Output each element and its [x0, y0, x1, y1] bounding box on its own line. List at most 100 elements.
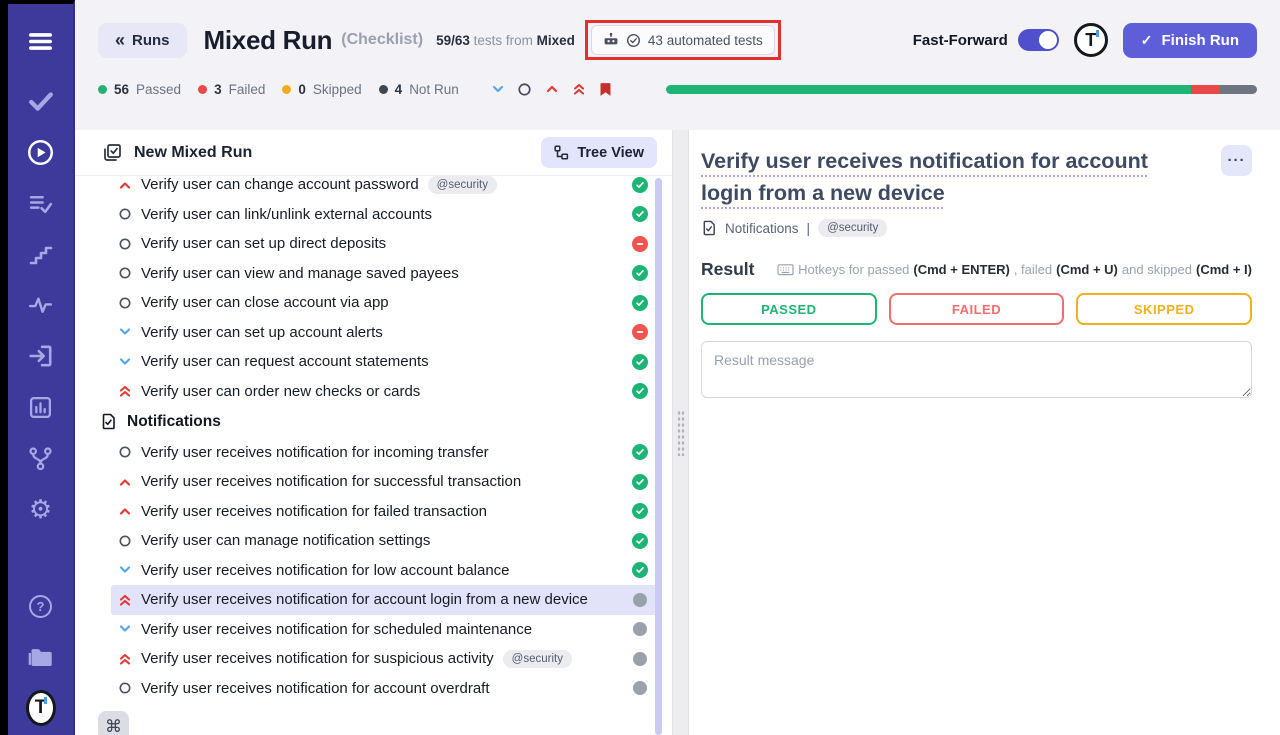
test-row-label: Verify user can close account via app [141, 294, 389, 311]
status-controls [490, 81, 614, 97]
sidebar: ⚙ ? T [8, 0, 75, 735]
tasks-check-icon[interactable] [26, 86, 56, 116]
test-row-label: Verify user receives notification for fa… [141, 503, 487, 520]
row-marker-icon [118, 622, 132, 636]
hotkey-skipped: (Cmd + I) [1196, 262, 1252, 277]
suite-section-row[interactable]: Notifications [100, 406, 672, 438]
back-to-runs-label: Runs [132, 32, 170, 49]
chevron-up-icon[interactable] [544, 81, 560, 97]
bookmark-icon[interactable] [598, 81, 614, 97]
test-row[interactable]: Verify user receives notification for sc… [111, 615, 657, 645]
failed-dot-icon [198, 85, 207, 94]
branch-icon[interactable] [26, 443, 56, 473]
finish-run-label: Finish Run [1162, 32, 1240, 49]
test-status-icon [632, 444, 648, 460]
status-row: 56 Passed 3 Failed 0 Skipped 4 Not Run [98, 77, 1257, 101]
row-marker-icon [118, 534, 132, 548]
test-row-tag: @security [428, 176, 497, 194]
row-marker-icon [118, 681, 132, 695]
test-row[interactable]: Verify user can close account via app [111, 288, 657, 318]
run-panel-header: New Mixed Run Tree View [75, 130, 672, 176]
analytics-icon[interactable] [26, 392, 56, 422]
progress-seg-failed [1191, 85, 1219, 94]
signin-icon[interactable] [26, 341, 56, 371]
run-play-icon[interactable] [26, 137, 56, 167]
resizer-grip-icon [677, 410, 685, 456]
legend-item: 4 Not Run [379, 82, 459, 97]
test-checklist-icon[interactable] [26, 188, 56, 218]
more-options-button[interactable]: ··· [1221, 145, 1252, 176]
tests-info: 59/63 tests from Mixed [436, 33, 575, 48]
window-edge [0, 0, 8, 735]
passed-dot-icon [98, 85, 107, 94]
test-status-icon [632, 503, 648, 519]
activity-icon[interactable] [26, 290, 56, 320]
test-row-label: Verify user receives notification for su… [141, 473, 521, 490]
fast-forward-toggle[interactable] [1018, 29, 1059, 51]
test-row[interactable]: Verify user receives notification for ac… [111, 585, 657, 615]
test-row-label: Verify user can change account password [141, 176, 419, 193]
test-row[interactable]: Verify user receives notification for fa… [111, 497, 657, 527]
tests-source-name: Mixed [537, 33, 575, 48]
back-to-runs-button[interactable]: « Runs [98, 23, 187, 58]
test-row[interactable]: Verify user can link/unlink external acc… [111, 200, 657, 230]
test-row[interactable]: Verify user receives notification for ac… [111, 674, 657, 704]
test-status-icon [632, 383, 648, 399]
hotkeys-text: and skipped [1122, 262, 1192, 277]
verdict-passed-button[interactable]: PASSED [701, 293, 877, 325]
sidebar-app-logo[interactable]: T [26, 693, 56, 723]
help-icon[interactable]: ? [26, 591, 56, 621]
settings-gear-icon[interactable]: ⚙ [26, 494, 56, 524]
suite-name[interactable]: Notifications [725, 221, 799, 236]
hotkeys-text: , failed [1014, 262, 1052, 277]
test-status-icon [632, 295, 648, 311]
run-type-label: (Checklist) [341, 31, 423, 49]
circle-outline-icon[interactable] [517, 81, 533, 97]
verdict-failed-button[interactable]: FAILED [889, 293, 1065, 325]
list-scrollbar[interactable] [655, 178, 662, 735]
test-row[interactable]: Verify user can set up direct deposits [111, 229, 657, 259]
double-chevron-up-icon[interactable] [571, 81, 587, 97]
row-marker-icon [118, 178, 132, 192]
test-row-label: Verify user receives notification for su… [141, 650, 494, 667]
test-row-label: Verify user receives notification for ac… [141, 591, 588, 608]
topbar: « Runs Mixed Run (Checklist) 59/63 tests… [75, 0, 1280, 130]
test-row[interactable]: Verify user can order new checks or card… [111, 377, 657, 407]
automated-tests-label: 43 automated tests [648, 33, 763, 48]
test-row[interactable]: Verify user can view and manage saved pa… [111, 259, 657, 289]
test-row[interactable]: Verify user can change account password … [111, 176, 657, 200]
check-icon: ✓ [1141, 32, 1153, 49]
progress-seg-not-run [1220, 85, 1257, 94]
tree-view-button[interactable]: Tree View [541, 137, 657, 168]
verdict-skipped-button[interactable]: SKIPPED [1076, 293, 1252, 325]
test-row[interactable]: Verify user receives notification for in… [111, 438, 657, 468]
menu-icon[interactable] [26, 26, 56, 56]
page-title: Mixed Run [204, 25, 333, 56]
finish-run-button[interactable]: ✓ Finish Run [1123, 23, 1257, 58]
security-tag[interactable]: @security [818, 219, 887, 237]
automated-tests-badge[interactable]: 43 automated tests [591, 25, 775, 55]
test-row[interactable]: Verify user receives notification for su… [111, 467, 657, 497]
command-key-button[interactable]: ⌘ [98, 711, 129, 735]
test-row[interactable]: Verify user can set up account alerts [111, 318, 657, 348]
test-status-icon [633, 681, 647, 695]
tests-count: 59/63 [436, 33, 470, 48]
header-app-logo[interactable]: T [1074, 23, 1108, 57]
test-row[interactable]: Verify user receives notification for su… [111, 644, 657, 674]
test-status-icon [632, 324, 648, 340]
toggle-knob [1039, 31, 1057, 49]
test-status-icon [632, 236, 648, 252]
test-row-label: Verify user can order new checks or card… [141, 383, 420, 400]
collapse-chevron-down-icon[interactable] [490, 81, 506, 97]
row-marker-icon [118, 207, 132, 221]
test-row[interactable]: Verify user receives notification for lo… [111, 556, 657, 586]
header-row: « Runs Mixed Run (Checklist) 59/63 tests… [98, 22, 1257, 58]
projects-folder-icon[interactable] [26, 642, 56, 672]
test-row[interactable]: Verify user can manage notification sett… [111, 526, 657, 556]
result-message-input[interactable] [701, 341, 1252, 398]
test-title[interactable]: Verify user receives notification for ac… [701, 145, 1221, 209]
test-row[interactable]: Verify user can request account statemen… [111, 347, 657, 377]
panel-resizer[interactable] [672, 130, 689, 735]
steps-icon[interactable] [26, 239, 56, 269]
progress-seg-passed [666, 85, 1192, 94]
